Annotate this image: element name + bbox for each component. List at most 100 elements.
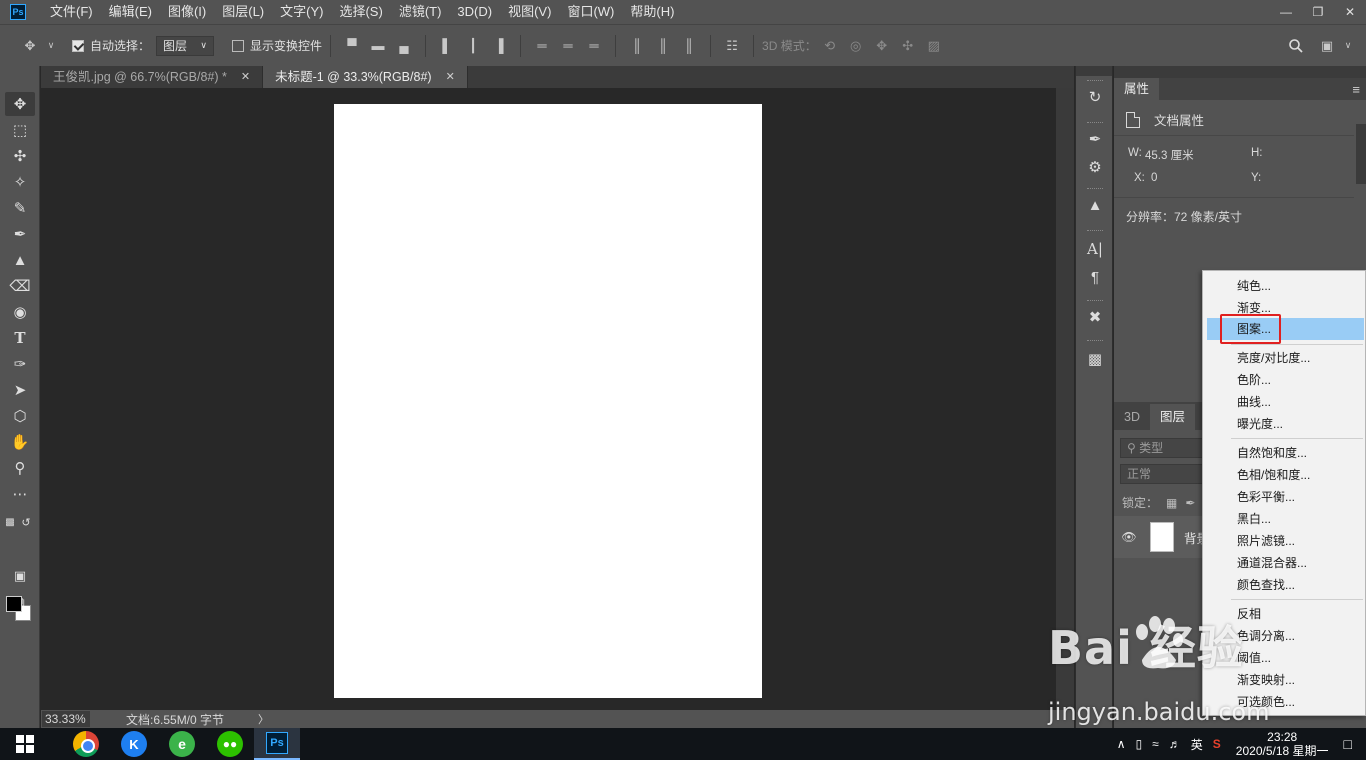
menu-3d[interactable]: 3D(D) [449, 0, 500, 24]
chevron-down-icon[interactable]: ∨ [1340, 38, 1356, 54]
checkbox-checked-icon[interactable] [72, 39, 84, 52]
video-camera-icon[interactable]: ▨ [926, 38, 942, 54]
eyedropper-icon[interactable]: ✎ [5, 196, 35, 220]
menu-item-invert[interactable]: 反相 [1207, 603, 1364, 625]
menu-layer[interactable]: 图层(L) [214, 0, 272, 24]
lock-transparent-icon[interactable]: ▦ [1166, 496, 1177, 510]
width-value[interactable]: 45.3 厘米 [1145, 147, 1194, 163]
windows-start-icon[interactable] [12, 731, 38, 757]
wifi-icon[interactable]: ≈ [1152, 737, 1159, 751]
align-right-icon[interactable]: ▐ [491, 38, 507, 54]
menu-item-selective-color[interactable]: 可选颜色... [1207, 691, 1364, 713]
adjustments-icon[interactable]: ⚙ [1084, 156, 1106, 178]
distribute-top-icon[interactable]: ═ [534, 38, 550, 54]
orbit-3d-icon[interactable]: ⟲ [822, 38, 838, 54]
menu-item-photo-filter[interactable]: 照片滤镜... [1207, 530, 1364, 552]
pen-tool-icon[interactable]: ✑ [5, 352, 35, 376]
slide-3d-icon[interactable]: ✣ [900, 38, 916, 54]
distribute-vcenter-icon[interactable]: ═ [560, 38, 576, 54]
clone-stamp-icon[interactable]: ▲ [5, 248, 35, 272]
wechat-icon[interactable]: ●● [217, 731, 243, 757]
quick-mask-icon[interactable]: ▣ [5, 564, 35, 588]
tool-presets-icon[interactable]: ✖ [1084, 306, 1106, 328]
menu-item-color-balance[interactable]: 色彩平衡... [1207, 486, 1364, 508]
auto-select-checkbox[interactable]: 自动选择： [72, 37, 150, 54]
visibility-eye-icon[interactable]: 👁 [1114, 530, 1144, 544]
drag-3d-icon[interactable]: ✥ [874, 38, 890, 54]
menu-edit[interactable]: 编辑(E) [101, 0, 160, 24]
distribute-left-icon[interactable]: ║ [629, 38, 645, 54]
brush-settings-icon[interactable]: ✒ [1084, 128, 1106, 150]
minimize-icon[interactable]: — [1270, 0, 1302, 24]
menu-item-color-lookup[interactable]: 颜色查找... [1207, 574, 1364, 596]
search-icon[interactable] [1288, 38, 1304, 54]
foreground-color-swatch[interactable] [6, 596, 22, 612]
menu-item-threshold[interactable]: 阈值... [1207, 647, 1364, 669]
taskbar-photoshop-button[interactable]: Ps [254, 728, 300, 760]
360-browser-icon[interactable]: e [169, 731, 195, 757]
align-vcenter-icon[interactable]: ▬ [370, 38, 386, 54]
distribute-right-icon[interactable]: ║ [681, 38, 697, 54]
roll-3d-icon[interactable]: ◎ [848, 38, 864, 54]
distribute-bottom-icon[interactable]: ═ [586, 38, 602, 54]
align-bottom-icon[interactable]: ▄ [396, 38, 412, 54]
align-top-icon[interactable]: ▀ [344, 38, 360, 54]
shape-tool-icon[interactable]: ⬡ [5, 404, 35, 428]
menu-item-hue-saturation[interactable]: 色相/饱和度... [1207, 464, 1364, 486]
menu-item-brightness-contrast[interactable]: 亮度/对比度... [1207, 347, 1364, 369]
workspace-icon[interactable]: ▣ [1319, 38, 1335, 54]
panel-menu-icon[interactable]: ≡ [1352, 82, 1360, 97]
menu-item-curves[interactable]: 曲线... [1207, 391, 1364, 413]
zoom-level-field[interactable]: 33.33% [42, 711, 90, 727]
restore-icon[interactable]: ❐ [1302, 0, 1334, 24]
type-tool-icon[interactable]: T [5, 326, 35, 350]
volume-icon[interactable]: ♬ [1169, 737, 1181, 751]
character-icon[interactable]: A| [1084, 238, 1106, 260]
checkbox-unchecked-icon[interactable] [232, 39, 245, 52]
lock-paint-icon[interactable]: ✒ [1185, 496, 1195, 510]
tab-layers[interactable]: 图层 [1149, 404, 1195, 430]
tab-3d[interactable]: 3D [1114, 404, 1150, 430]
lasso-tool-icon[interactable]: ✣ [5, 144, 35, 168]
menu-item-levels[interactable]: 色阶... [1207, 369, 1364, 391]
vertical-scrollbar[interactable] [1056, 88, 1074, 710]
menu-help[interactable]: 帮助(H) [622, 0, 682, 24]
distribute-hcenter-icon[interactable]: ║ [655, 38, 671, 54]
sogou-input-icon[interactable]: S [1213, 737, 1221, 751]
magic-wand-icon[interactable]: ✧ [5, 170, 35, 194]
paragraph-icon[interactable]: ¶ [1084, 266, 1106, 288]
tray-expand-icon[interactable]: ∧ [1117, 737, 1126, 751]
zoom-tool-icon[interactable]: ⚲ [5, 456, 35, 480]
path-selection-icon[interactable]: ➤ [5, 378, 35, 402]
paint-bucket-icon[interactable]: ◉ [5, 300, 35, 324]
align-left-icon[interactable]: ▌ [439, 38, 455, 54]
menu-select[interactable]: 选择(S) [331, 0, 390, 24]
show-transform-checkbox[interactable]: 显示变换控件 [232, 37, 322, 54]
menu-item-vibrance[interactable]: 自然饱和度... [1207, 442, 1364, 464]
close-icon[interactable]: ✕ [446, 66, 455, 88]
align-hcenter-icon[interactable]: ┃ [465, 38, 481, 54]
x-value[interactable]: 0 [1151, 172, 1157, 184]
kugou-icon[interactable]: K [121, 731, 147, 757]
marquee-tool-icon[interactable]: ⬚ [5, 118, 35, 142]
more-tools-icon[interactable]: ⋯ [5, 482, 35, 506]
document-canvas[interactable] [334, 104, 762, 698]
clone-source-icon[interactable]: ▲ [1084, 194, 1106, 216]
chrome-icon[interactable] [73, 731, 99, 757]
properties-scrollbar[interactable] [1356, 124, 1366, 184]
menu-item-posterize[interactable]: 色调分离... [1207, 625, 1364, 647]
notification-icon[interactable]: □ [1344, 736, 1352, 752]
status-arrow-icon[interactable]: 〉 [258, 711, 269, 727]
menu-filter[interactable]: 滤镜(T) [391, 0, 450, 24]
menu-item-channel-mixer[interactable]: 通道混合器... [1207, 552, 1364, 574]
menu-item-black-white[interactable]: 黑白... [1207, 508, 1364, 530]
menu-window[interactable]: 窗口(W) [559, 0, 622, 24]
menu-item-solid-color[interactable]: 纯色... [1207, 275, 1364, 297]
auto-select-dropdown[interactable]: 图层 ∨ [156, 35, 215, 56]
menu-item-exposure[interactable]: 曝光度... [1207, 413, 1364, 435]
menu-file[interactable]: 文件(F) [42, 0, 101, 24]
chevron-down-icon[interactable]: ∨ [43, 38, 59, 54]
battery-icon[interactable]: ▯ [1136, 737, 1143, 751]
close-icon[interactable]: ✕ [241, 66, 250, 88]
ime-indicator[interactable]: 英 [1191, 736, 1203, 753]
